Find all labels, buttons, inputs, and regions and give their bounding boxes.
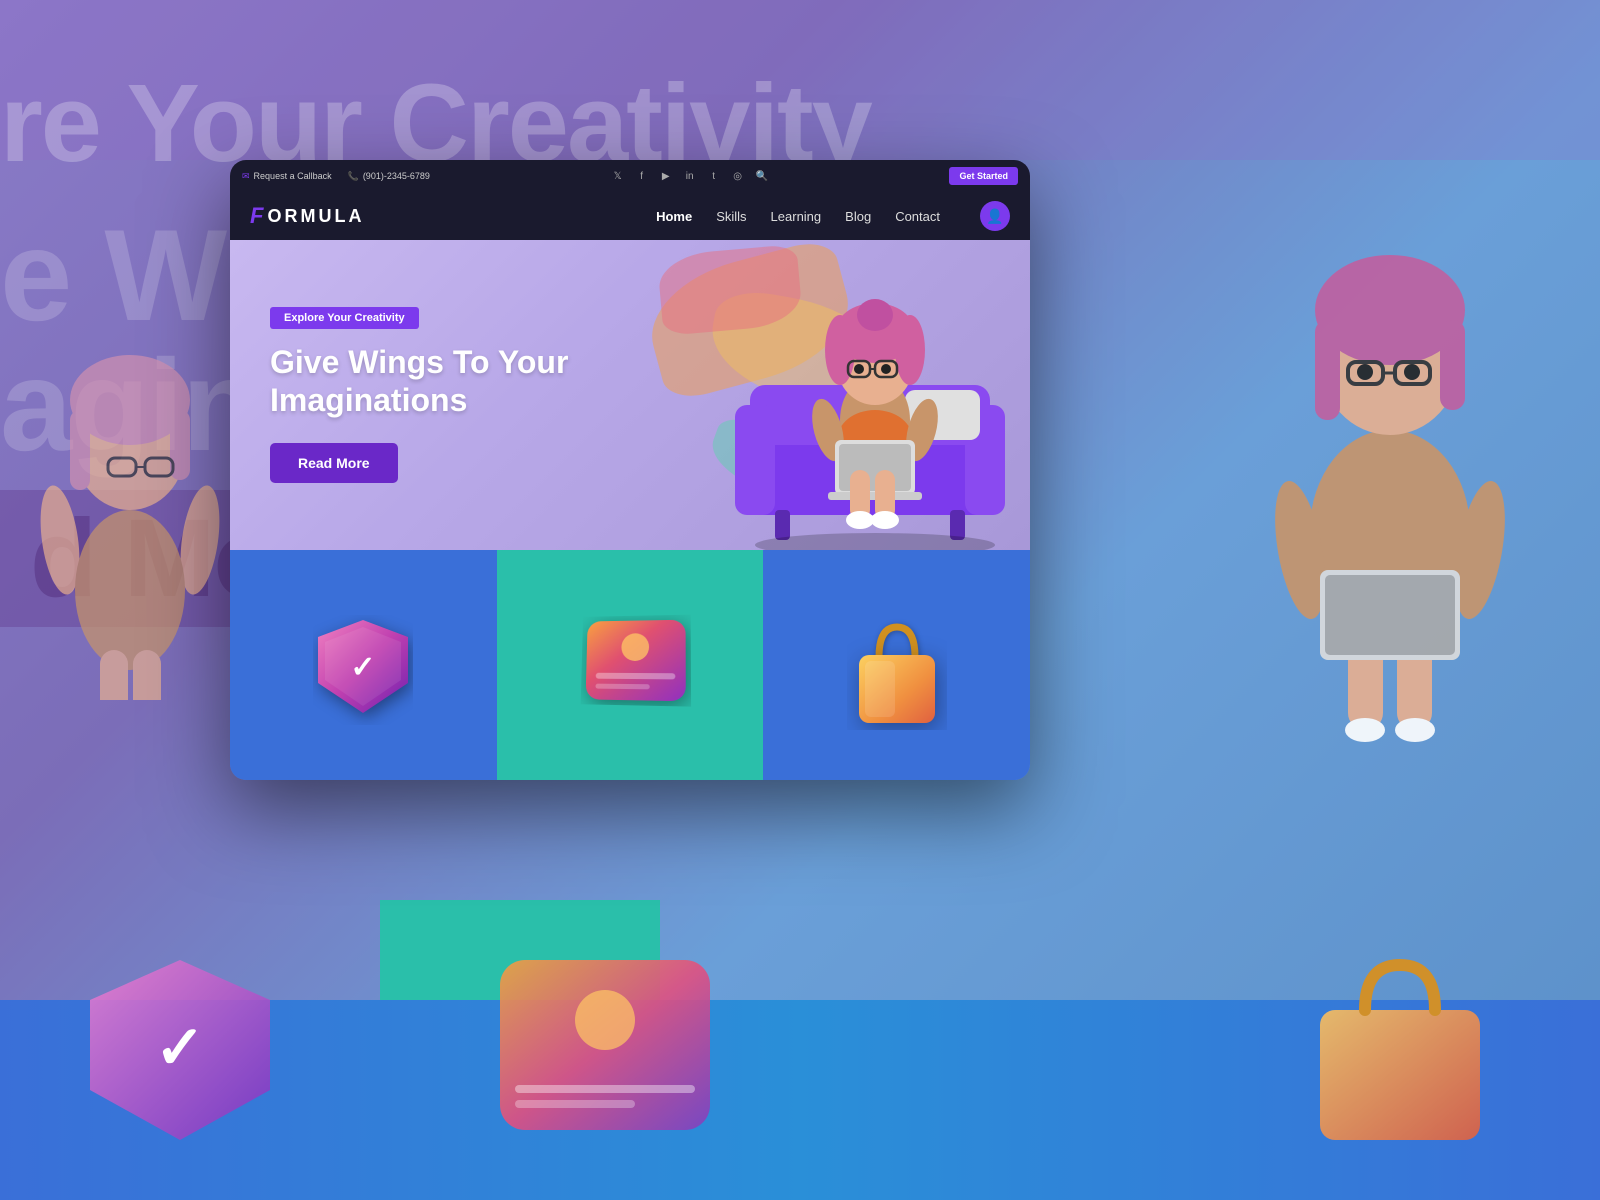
social-icons-bar: 𝕏 f ▶ in t ◎ 🔍: [611, 169, 769, 183]
nav-skills[interactable]: Skills: [716, 209, 746, 224]
nav-learning[interactable]: Learning: [771, 209, 822, 224]
logo[interactable]: F ORMULA: [250, 203, 364, 229]
card-shield: ✓: [230, 550, 497, 780]
facebook-icon[interactable]: f: [635, 169, 649, 183]
card-image: [497, 550, 764, 780]
nav-links: Home Skills Learning Blog Contact 👤: [656, 201, 1010, 231]
nav-bar: F ORMULA Home Skills Learning Blog Conta…: [230, 192, 1030, 240]
bg-character-left: [0, 250, 260, 700]
hero-tag: Explore Your Creativity: [270, 307, 419, 329]
tumblr-icon[interactable]: t: [707, 169, 721, 183]
search-icon[interactable]: 🔍: [755, 169, 769, 183]
svg-text:✓: ✓: [351, 651, 376, 684]
hero-title: Give Wings To Your Imaginations: [270, 343, 630, 420]
phone-link[interactable]: 📞 (901)-2345-6789: [348, 171, 430, 182]
bg-character-right: [1200, 80, 1580, 760]
bg-icon-image: [480, 920, 730, 1170]
nav-blog[interactable]: Blog: [845, 209, 871, 224]
cards-section: ✓: [230, 550, 1030, 780]
image-icon-card: [580, 615, 680, 715]
phone-icon: 📞: [348, 171, 359, 182]
top-bar-left: ✉ Request a Callback 📞 (901)-2345-6789: [242, 171, 430, 182]
nav-home[interactable]: Home: [656, 209, 692, 224]
twitter-icon[interactable]: 𝕏: [611, 169, 625, 183]
email-icon: ✉: [242, 171, 250, 182]
user-icon: 👤: [986, 208, 1003, 225]
top-bar: ✉ Request a Callback 📞 (901)-2345-6789 𝕏…: [230, 160, 1030, 192]
nav-contact[interactable]: Contact: [895, 209, 940, 224]
user-icon-button[interactable]: 👤: [980, 201, 1010, 231]
logo-f-letter: F: [250, 203, 263, 229]
get-started-button[interactable]: Get Started: [949, 167, 1018, 185]
svg-text:✓: ✓: [155, 1014, 205, 1081]
youtube-icon[interactable]: ▶: [659, 169, 673, 183]
shield-icon-card: ✓: [313, 615, 413, 715]
card-bag: [763, 550, 1030, 780]
hero-section: Explore Your Creativity Give Wings To Yo…: [230, 240, 1030, 550]
read-more-button[interactable]: Read More: [270, 443, 398, 483]
hero-character-couch: [720, 255, 1020, 550]
bg-icon-bag: [1300, 940, 1500, 1140]
instagram-icon[interactable]: ◎: [731, 169, 745, 183]
browser-window: ✉ Request a Callback 📞 (901)-2345-6789 𝕏…: [230, 160, 1030, 780]
callback-link[interactable]: ✉ Request a Callback: [242, 171, 332, 182]
linkedin-icon[interactable]: in: [683, 169, 697, 183]
logo-text: ORMULA: [267, 206, 364, 227]
bag-icon-card: [847, 615, 947, 715]
bg-icon-shield: ✓: [80, 950, 280, 1150]
